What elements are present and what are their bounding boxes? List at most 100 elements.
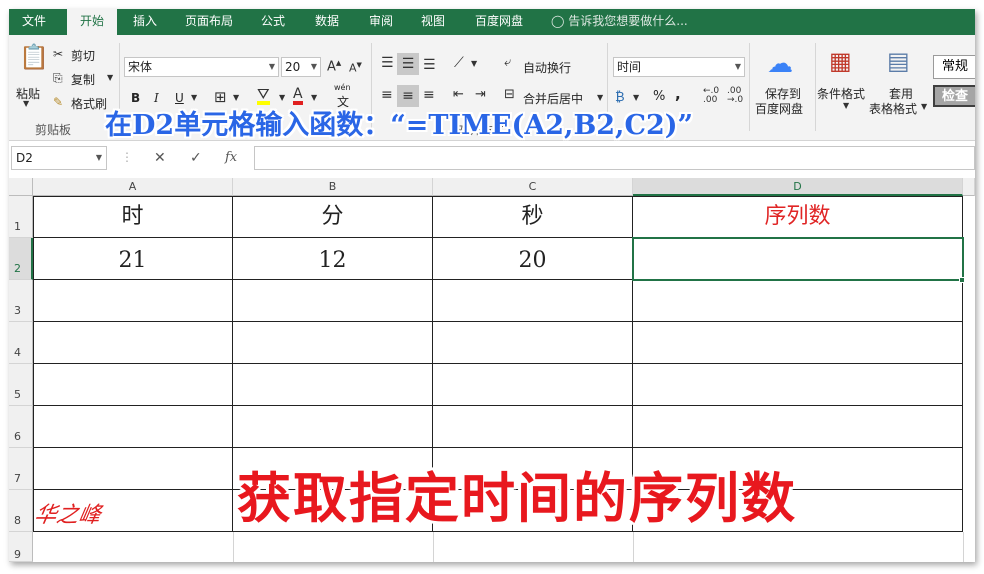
cut-button[interactable]: 剪切 [71, 47, 95, 64]
format-as-table-dropdown-icon[interactable]: ▼ [921, 102, 927, 111]
underline-dropdown-icon[interactable]: ▼ [191, 93, 197, 102]
tab-insert[interactable]: 插入 [123, 9, 167, 35]
cell-d6[interactable] [633, 406, 963, 448]
insert-function-icon[interactable]: fx [225, 150, 237, 165]
cell-b4[interactable] [233, 322, 433, 364]
ribbon-tab-bar: 文件 开始 插入 页面布局 公式 数据 审阅 视图 百度网盘 ◯ 告诉我您想要做… [9, 9, 975, 36]
tab-view[interactable]: 视图 [413, 9, 453, 35]
format-as-table-icon[interactable]: ▤ [887, 47, 910, 75]
column-header-b[interactable]: B [233, 178, 433, 196]
decrease-font-icon[interactable]: A▼ [349, 61, 362, 75]
font-size-select[interactable]: 20 ▼ [281, 57, 321, 77]
orientation-dropdown-icon[interactable]: ▼ [471, 59, 477, 68]
cell-c3[interactable] [433, 280, 633, 322]
row-header-9[interactable]: 9 [9, 532, 33, 562]
cell-b1[interactable]: 分 [233, 196, 433, 238]
tab-formulas[interactable]: 公式 [253, 9, 293, 35]
cell-a1[interactable]: 时 [33, 196, 233, 238]
tab-file[interactable]: 文件 [9, 9, 59, 35]
drag-handle-icon: ⋮ [121, 150, 133, 164]
tab-review[interactable]: 审阅 [361, 9, 401, 35]
cell-d4[interactable] [633, 322, 963, 364]
select-all-corner[interactable] [9, 178, 33, 196]
fill-color-dropdown-icon[interactable]: ▼ [279, 93, 285, 102]
align-top-icon[interactable]: ☰ [381, 55, 394, 71]
tab-data[interactable]: 数据 [307, 9, 347, 35]
row-header-5[interactable]: 5 [9, 364, 33, 406]
currency-dropdown-icon[interactable]: ▼ [633, 93, 639, 102]
name-box[interactable]: D2 ▼ [11, 146, 107, 170]
decrease-indent-icon[interactable]: ⇤ [453, 87, 464, 102]
cell-d1[interactable]: 序列数 [633, 196, 963, 238]
style-normal[interactable]: 常规 [933, 55, 975, 79]
formula-input[interactable] [254, 146, 975, 170]
paste-dropdown-icon[interactable]: ▼ [23, 99, 29, 108]
merge-dropdown-icon[interactable]: ▼ [597, 93, 603, 102]
cell-a5[interactable] [33, 364, 233, 406]
border-dropdown-icon[interactable]: ▼ [233, 93, 239, 102]
wrap-text-button[interactable]: 自动换行 [523, 59, 571, 76]
align-left-icon[interactable]: ≡ [381, 87, 393, 103]
format-as-table-label: 表格格式 [869, 102, 918, 116]
enter-icon[interactable]: ✓ [190, 150, 202, 166]
cell-c6[interactable] [433, 406, 633, 448]
cell-c4[interactable] [433, 322, 633, 364]
column-header-e[interactable] [963, 178, 975, 196]
row-header-4[interactable]: 4 [9, 322, 33, 364]
cell-b5[interactable] [233, 364, 433, 406]
font-color-dropdown-icon[interactable]: ▼ [311, 93, 317, 102]
align-right-icon[interactable]: ≡ [423, 87, 435, 103]
baidu-cloud-icon[interactable]: ☁ [767, 49, 793, 79]
cell-d3[interactable] [633, 280, 963, 322]
gridline [233, 532, 234, 562]
cell-b2[interactable]: 12 [233, 238, 433, 280]
cell-c5[interactable] [433, 364, 633, 406]
row-header-3[interactable]: 3 [9, 280, 33, 322]
column-header-d[interactable]: D [633, 178, 963, 196]
conditional-format-icon[interactable]: ▦ [829, 47, 852, 75]
cell-a6[interactable] [33, 406, 233, 448]
cell-c2[interactable]: 20 [433, 238, 633, 280]
cell-a4[interactable] [33, 322, 233, 364]
row-header-8[interactable]: 8 [9, 490, 33, 532]
column-header-a[interactable]: A [33, 178, 233, 196]
formula-bar: D2 ▼ ⋮ ✕ ✓ fx [9, 141, 975, 178]
style-check-cell[interactable]: 检查 [933, 85, 975, 107]
increase-decimal-icon[interactable]: ←.0.00 [703, 87, 719, 105]
column-header-c[interactable]: C [433, 178, 633, 196]
tab-page-layout[interactable]: 页面布局 [177, 9, 241, 35]
orientation-icon[interactable]: ⟋ [454, 55, 464, 71]
row-header-6[interactable]: 6 [9, 406, 33, 448]
align-middle-icon[interactable]: ☰ [397, 53, 419, 75]
number-format-select[interactable]: 时间 ▼ [613, 57, 745, 77]
comma-button[interactable]: , [675, 85, 681, 103]
font-name-select[interactable]: 宋体 ▼ [124, 57, 279, 77]
increase-indent-icon[interactable]: ⇥ [475, 87, 486, 102]
cancel-icon[interactable]: ✕ [154, 150, 166, 166]
paste-icon[interactable]: 📋 [19, 43, 49, 71]
tell-me-search[interactable]: ◯ 告诉我您想要做什么... [551, 9, 688, 35]
cell-a3[interactable] [33, 280, 233, 322]
decrease-decimal-icon[interactable]: .00 →.0 [727, 87, 743, 105]
percent-button[interactable]: % [653, 89, 665, 104]
increase-font-icon[interactable]: A▲ [327, 59, 341, 74]
cell-a2[interactable]: 21 [33, 238, 233, 280]
align-bottom-icon[interactable]: ☰ [423, 57, 436, 73]
row-header-2[interactable]: 2 [9, 238, 33, 280]
conditional-format-dropdown-icon[interactable]: ▼ [843, 101, 849, 110]
cell-d5[interactable] [633, 364, 963, 406]
cell-b6[interactable] [233, 406, 433, 448]
format-painter-button[interactable]: 格式刷 [71, 95, 107, 112]
copy-dropdown-icon[interactable]: ▼ [107, 73, 113, 82]
fill-handle[interactable] [959, 277, 965, 283]
cell-a7[interactable] [33, 448, 233, 490]
copy-button[interactable]: 复制 [71, 71, 95, 88]
cell-b3[interactable] [233, 280, 433, 322]
conditional-format-button[interactable]: 条件格式 [817, 85, 865, 102]
tab-home[interactable]: 开始 [67, 9, 117, 36]
format-painter-icon: ✎ [53, 95, 64, 109]
tab-baidu-netdisk[interactable]: 百度网盘 [465, 9, 533, 35]
row-header-7[interactable]: 7 [9, 448, 33, 490]
row-header-1[interactable]: 1 [9, 196, 33, 238]
cell-c1[interactable]: 秒 [433, 196, 633, 238]
